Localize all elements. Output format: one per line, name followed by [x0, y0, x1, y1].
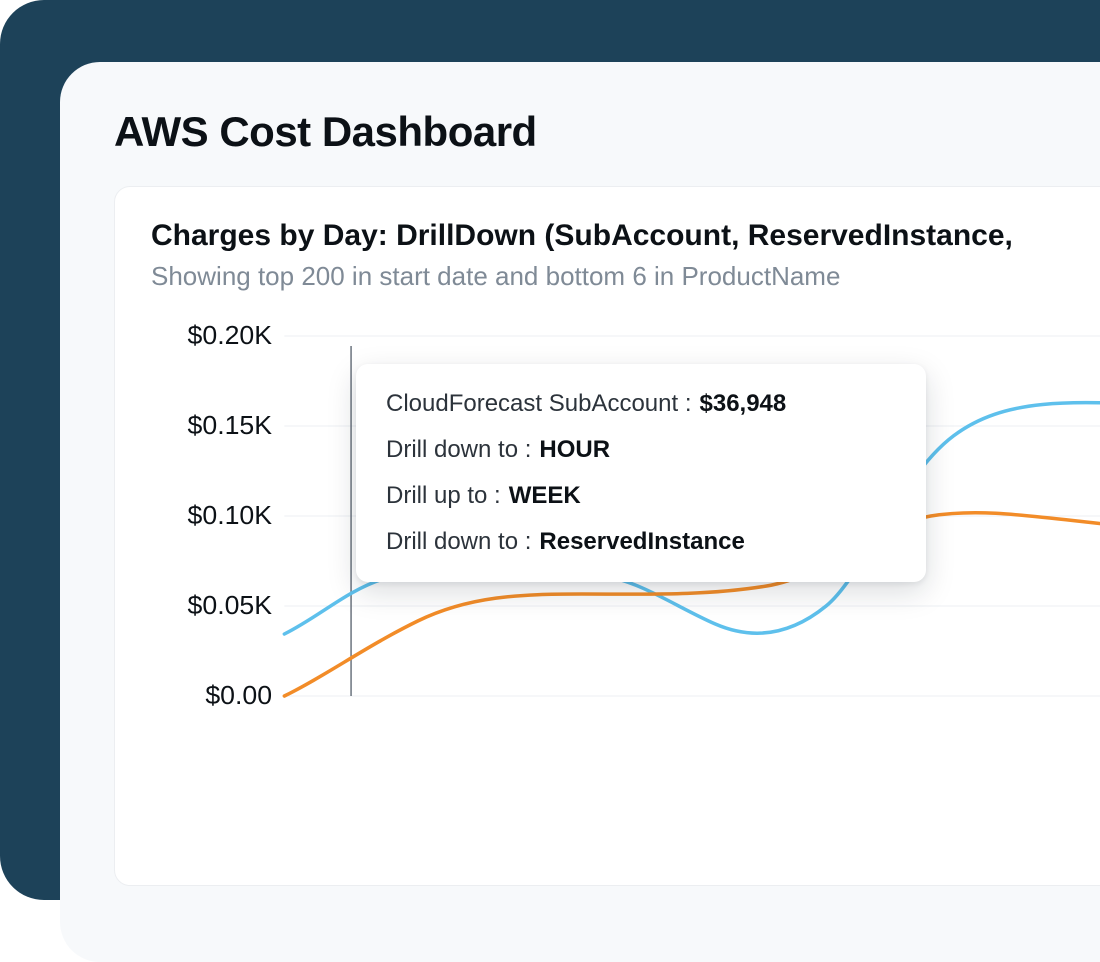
chart-area[interactable]: $0.20K $0.15K $0.10K $0.05K $0.00 CloudF — [151, 316, 1100, 736]
chart-card: Charges by Day: DrillDown (SubAccount, R… — [114, 186, 1100, 886]
chart-subtitle: Showing top 200 in start date and bottom… — [151, 261, 1100, 292]
page-title: AWS Cost Dashboard — [114, 108, 1100, 156]
chart-title: Charges by Day: DrillDown (SubAccount, R… — [151, 219, 1100, 253]
tooltip-label: Drill down to : — [386, 528, 531, 556]
tooltip-row[interactable]: Drill down to : ReservedInstance — [386, 528, 896, 556]
outer-panel: AWS Cost Dashboard Charges by Day: Drill… — [0, 0, 1100, 900]
tooltip-value: HOUR — [539, 436, 610, 464]
tooltip-row[interactable]: Drill up to : WEEK — [386, 482, 896, 510]
y-tick-label: $0.15K — [188, 410, 273, 440]
tooltip-label: CloudForecast SubAccount : — [386, 390, 692, 418]
y-tick-label: $0.20K — [188, 320, 273, 350]
tooltip-value: WEEK — [509, 482, 581, 510]
tooltip-row[interactable]: Drill down to : HOUR — [386, 436, 896, 464]
y-tick-label: $0.05K — [188, 590, 273, 620]
y-tick-label: $0.00 — [205, 680, 272, 710]
tooltip-value: ReservedInstance — [539, 528, 744, 556]
tooltip-label: Drill up to : — [386, 482, 501, 510]
tooltip-label: Drill down to : — [386, 436, 531, 464]
tooltip-row: CloudForecast SubAccount : $36,948 — [386, 390, 896, 418]
dashboard-card: AWS Cost Dashboard Charges by Day: Drill… — [60, 62, 1100, 962]
y-tick-label: $0.10K — [188, 500, 273, 530]
tooltip-value: $36,948 — [700, 390, 787, 418]
chart-tooltip: CloudForecast SubAccount : $36,948 Drill… — [356, 364, 926, 582]
